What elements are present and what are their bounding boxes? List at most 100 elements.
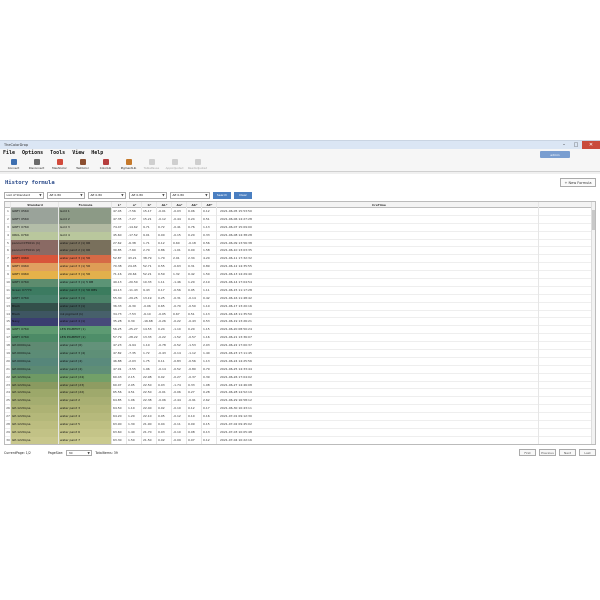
- table-row[interactable]: 28 GP-1220qna water paint 5 63.90 1.30 21.90 0…: [5, 421, 595, 429]
- table-row[interactable]: 17 GREY 0760 LEN PIGMENT (2) 57.79 -28.22 13.…: [5, 334, 595, 343]
- value-cell-db: 0.20: [187, 326, 202, 335]
- filter-select-2[interactable]: ΔE 0.80 ▼: [88, 191, 126, 199]
- table-row[interactable]: 16 GREY 0760 LEN PIGMENT (1) 56.25 -25.27 14.…: [5, 326, 595, 335]
- toolbar-button-appadjusted[interactable]: AppAdjusted: [164, 157, 185, 171]
- title-bar[interactable]: TheColorDrop – □ ✕: [0, 141, 600, 149]
- table-row[interactable]: 30 GP-1220qna water paint 7 63.30 1.50 21.50 0…: [5, 436, 595, 444]
- toolbar-button-readadjusted[interactable]: ReadAdjusted: [187, 157, 208, 171]
- menu-file[interactable]: File: [3, 150, 15, 156]
- value-cell-da: -0.52: [172, 342, 187, 351]
- table-row[interactable]: 25 GP-1220qna water paint 2 64.85 1.06 22.38-…: [5, 397, 595, 406]
- toolbar-button-colorlib[interactable]: ColorLib: [95, 157, 116, 171]
- standard-cell: Black: [11, 302, 59, 311]
- filter-select-3[interactable]: ΔE 0.80 ▼: [129, 191, 167, 199]
- table-row[interactable]: 26 GP-1220qna water paint 3 64.50 1.10 22.40 0…: [5, 405, 595, 414]
- value-cell-da: -1.46: [172, 279, 187, 287]
- table-row[interactable]: 23 GP-1220qna water paint (23) 60.07 2.05 22.…: [5, 381, 595, 390]
- toolbar-button-disconnect[interactable]: Disconnect: [26, 157, 47, 171]
- pager: First Previous Next Last: [519, 449, 596, 456]
- close-icon[interactable]: ✕: [582, 141, 600, 149]
- toolbar-button-pigmentlib[interactable]: PigmentLib: [118, 157, 139, 171]
- value-cell-de: 0.42: [202, 294, 217, 303]
- clear-button[interactable]: Clear: [234, 191, 252, 199]
- value-cell-db: -0.14: [187, 294, 202, 303]
- last-page-button[interactable]: Last: [579, 449, 596, 456]
- table-row[interactable]: 7 GREY 0960 water paint 3 (1) 5R 52.87 43.21…: [5, 255, 595, 264]
- table-row[interactable]: 2 GREY 0560 Gold 2 47.35 -7.27 15.21 -0.12 -0.4…: [5, 215, 595, 224]
- table-row[interactable]: 12 GREY 0760 water paint 3 (1) 55.30 -29.25 1…: [5, 294, 595, 303]
- table-row[interactable]: 3 GREY 0760 Gold 3 74.47 -14.62 9.71 0.72 -0.41…: [5, 223, 595, 232]
- toolbar-button-testcolor[interactable]: TestColor: [72, 157, 93, 171]
- value-cell-b: -6.10: [142, 310, 157, 319]
- cretime-cell: 2021-06-19 13:26:21: [217, 318, 539, 327]
- menu-help[interactable]: Help: [91, 150, 103, 156]
- table-row[interactable]: 22 GP-1220qna water paint (24) 60.43 2.15 22.…: [5, 373, 595, 382]
- table-row[interactable]: 20 GP-0000qna water paint (4) 46.88 -2.03 1.7…: [5, 357, 595, 366]
- table-row[interactable]: 4 ORCL 0760 Gold 4 45.60 -17.52 9.01 0.00 -0.15…: [5, 231, 595, 240]
- value-cell-da: -0.10: [172, 405, 187, 414]
- formula-cell: water paint 7: [59, 436, 112, 444]
- value-cell-l: 65.56: [112, 389, 127, 398]
- value-cell-l: 60.07: [112, 381, 127, 390]
- value-cell-dl: 0.03: [157, 381, 172, 390]
- formula-cell: water paint 3 (1) 5R: [59, 263, 112, 272]
- standard-cell: GREY 0560: [11, 208, 59, 216]
- value-cell-db: 0.24: [187, 215, 202, 224]
- menu-options[interactable]: Options: [22, 150, 43, 156]
- value-cell-l: 52.87: [112, 255, 127, 264]
- user-button[interactable]: admin: [540, 151, 570, 158]
- table-row[interactable]: 11 Green 07770 water paint 3 (1) 5R RBS 44.…: [5, 286, 595, 295]
- table-row[interactable]: 8 GREY 0960 water paint 3 (1) 5R 70.38 24.45…: [5, 263, 595, 272]
- formula-cell: water paint 2 (1) 6R: [59, 239, 112, 248]
- value-cell-b: 14.53: [142, 326, 157, 335]
- standard-cell: GREY 0760: [11, 334, 59, 343]
- formula-cell: water paint 2 (1) 6R: [59, 247, 112, 256]
- menu-tools[interactable]: Tools: [50, 150, 65, 156]
- value-cell-db: -1.12: [187, 350, 202, 358]
- table-row[interactable]: 13 Black water paint 3 (1) 36.33 -6.30 -0.06 0…: [5, 302, 595, 311]
- toolbar-button-tablepause[interactable]: TablePause: [141, 157, 162, 171]
- standard-select[interactable]: List of Standard ▼: [4, 191, 44, 199]
- table-row[interactable]: 6 pancsil 075011 (2) water paint 2 (1) 6R 3…: [5, 247, 595, 256]
- value-cell-l: 47.45: [112, 208, 127, 216]
- table-row[interactable]: 5 pancsil 075011 (1) water paint 2 (1) 6R 2…: [5, 239, 595, 248]
- table-row[interactable]: 9 GREY 0960 water paint 3 (1) 5R 71.16 20.64…: [5, 271, 595, 280]
- filter-select-1[interactable]: ΔE 0.80 ▼: [47, 191, 85, 199]
- table-row[interactable]: 21 GP-0000qna water paint (4) 47.91 -3.55 1.9…: [5, 365, 595, 374]
- value-cell-l: 47.35: [112, 215, 127, 224]
- next-page-button[interactable]: Next: [559, 449, 576, 456]
- scrollbar-thumb[interactable]: [592, 210, 595, 230]
- previous-page-button[interactable]: Previous: [539, 449, 556, 456]
- value-cell-da: -1.01: [172, 247, 187, 256]
- toolbar-button-connect[interactable]: Connect: [3, 157, 24, 171]
- table-row[interactable]: 19 GP-0000qna water paint 3 (4) 47.82 -7.35 1…: [5, 350, 595, 358]
- table-row[interactable]: 29 GP-1220qna water paint 6 63.60 1.40 21.70 0…: [5, 428, 595, 437]
- table-row[interactable]: 24 GP-1220qna water paint (22) 65.56 4.51 22.…: [5, 389, 595, 398]
- toolbar-label: Disconnect: [28, 165, 45, 170]
- value-cell-b: -16.68: [142, 318, 157, 327]
- search-button[interactable]: Search: [213, 191, 231, 199]
- first-page-button[interactable]: First: [519, 449, 536, 456]
- toolbar-button-meshcolor[interactable]: MeshColor: [49, 157, 70, 171]
- standard-cell: GP-1220qna: [11, 397, 59, 406]
- standard-cell: GREY 0560: [11, 215, 59, 224]
- filter-select-4[interactable]: ΔE 0.80 ▼: [170, 191, 210, 199]
- table-row[interactable]: 15 Navy water paint 4 (1) 35.28 0.30 -16.68 -0…: [5, 318, 595, 327]
- maximize-icon[interactable]: □: [570, 141, 582, 149]
- page-size-select[interactable]: 30 ▼: [66, 450, 93, 456]
- vertical-scrollbar[interactable]: [591, 202, 595, 444]
- table-row[interactable]: 10 GREY 0760 water paint 3 (1) 5 RB 49.13 -2…: [5, 279, 595, 287]
- table-row[interactable]: 27 GP-1220qna water paint 4 64.20 1.20 22.10 0…: [5, 413, 595, 422]
- value-cell-l: 47.23: [112, 342, 127, 351]
- new-formula-button[interactable]: + New Formula: [560, 178, 596, 187]
- table-row[interactable]: 1 GREY 0560 Gold 1 47.45 -7.56 15.17 -0.01 -0.0…: [5, 208, 595, 216]
- value-cell-b: 22.40: [142, 405, 157, 414]
- value-cell-db: -0.43: [187, 318, 202, 327]
- value-cell-b: 1.75: [142, 357, 157, 366]
- table-row[interactable]: 14 Black ink pigment (1) 34.73 -7.53 -6.10 -0.…: [5, 310, 595, 319]
- minimize-icon[interactable]: –: [558, 141, 570, 149]
- value-cell-a: 1.10: [127, 405, 142, 414]
- menu-view[interactable]: View: [72, 150, 84, 156]
- standard-cell: GP-1220qna: [11, 413, 59, 422]
- table-row[interactable]: 18 GP-0000qna water paint (6) 47.23 -9.94 1.1…: [5, 342, 595, 351]
